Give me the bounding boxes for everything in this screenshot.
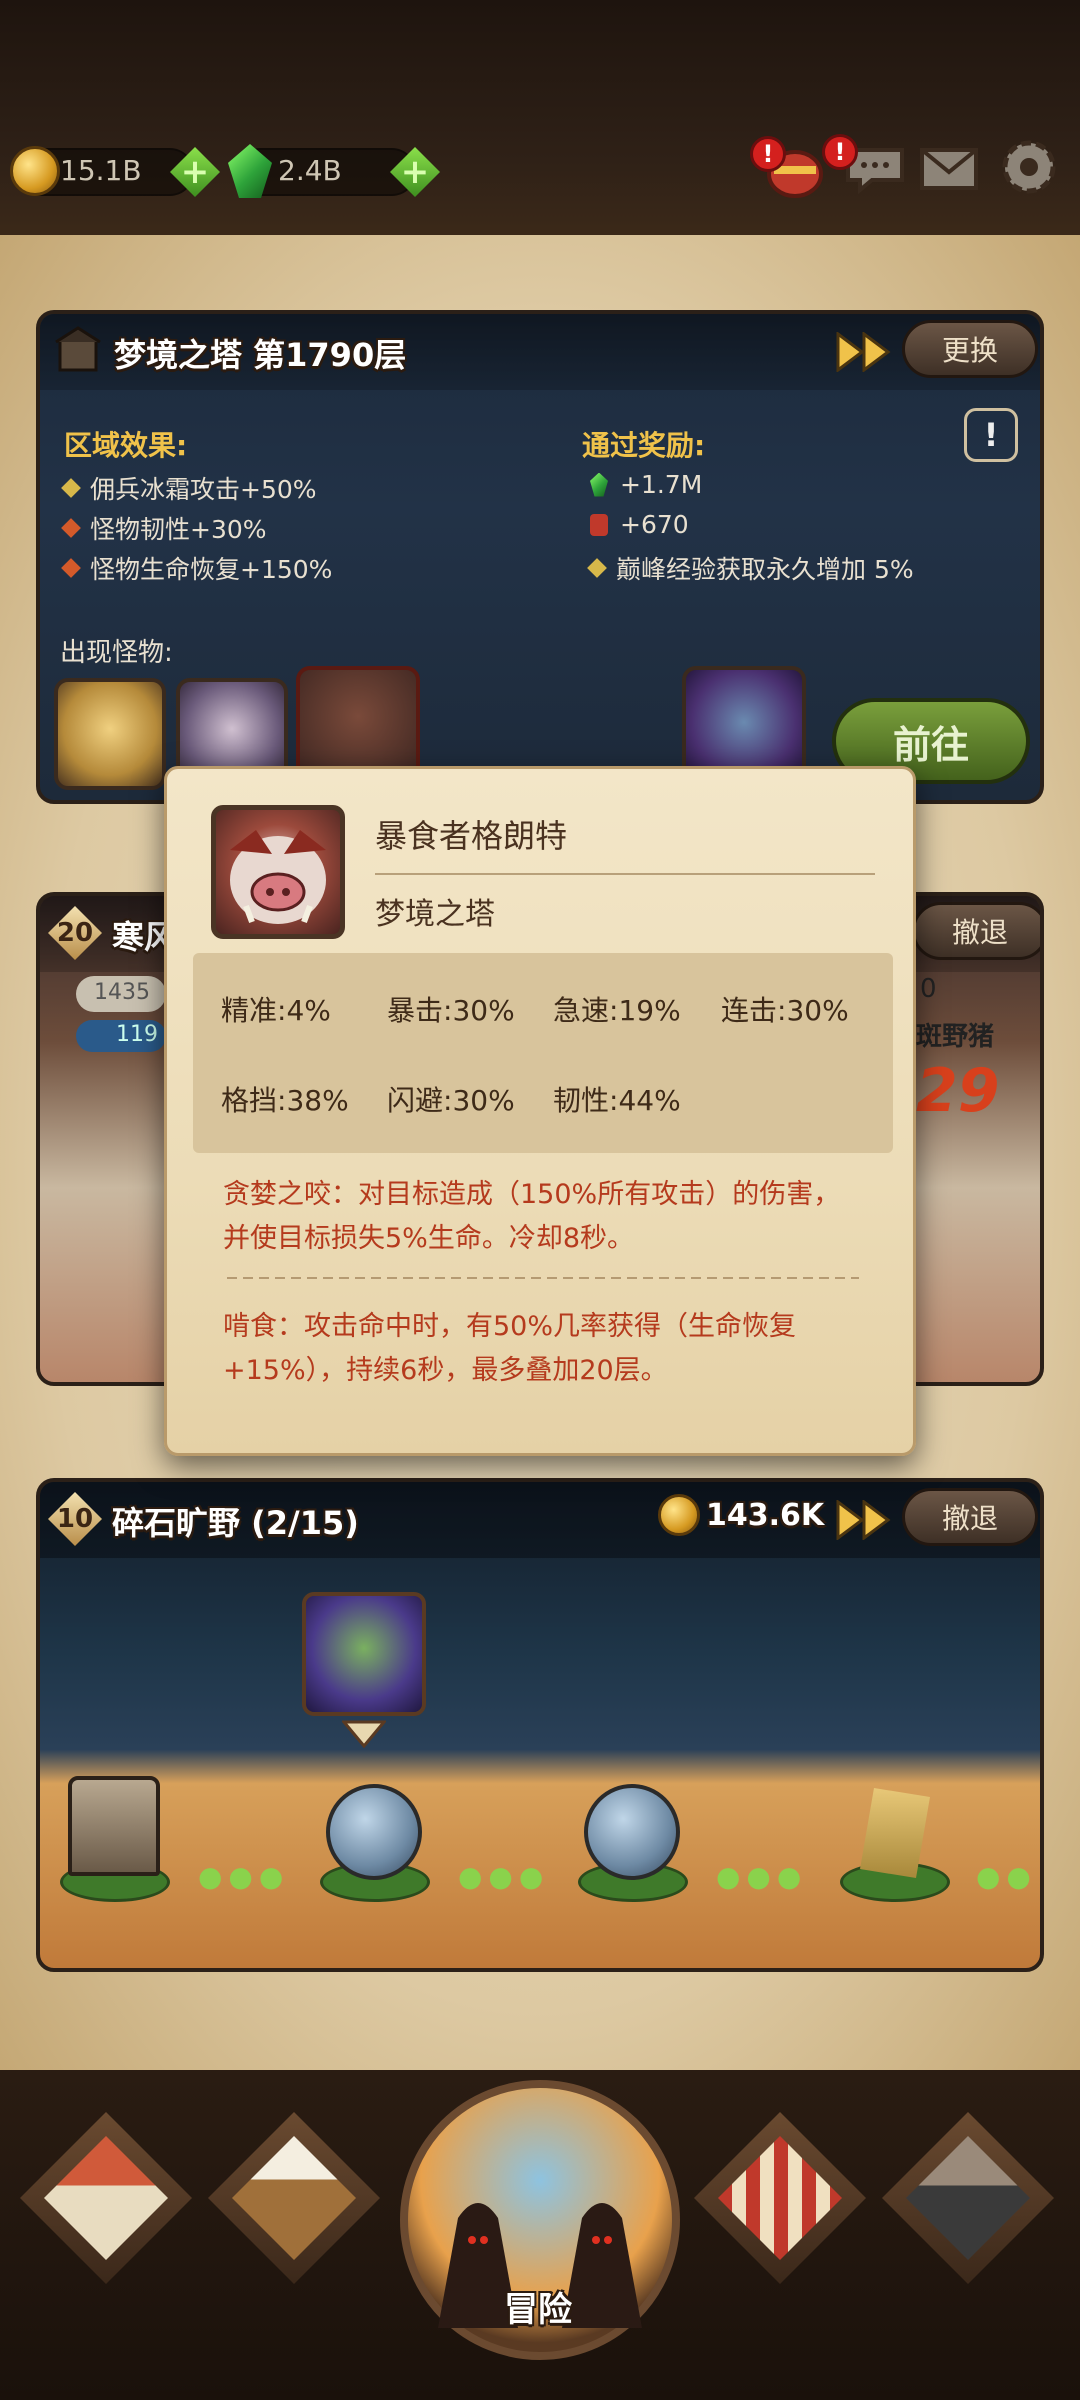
- skull-icon[interactable]: [326, 1784, 422, 1880]
- path-dots: ●●●: [458, 1860, 550, 1893]
- skill-description: 啃食：攻击命中时，有50%几率获得（生命恢复+15%），持续6秒，最多叠加20层…: [223, 1311, 797, 1386]
- retreat-button[interactable]: 撤退: [912, 902, 1040, 960]
- stat-crit: 暴击:30%: [387, 994, 515, 1027]
- hero-marker[interactable]: [302, 1592, 426, 1716]
- field-panel: 10 碎石旷野 (2/15) 143.6K 撤退 ●●● ●●● ●●● ●●: [36, 1478, 1044, 1972]
- effect-line: 佣兵冰霜攻击+50%: [61, 470, 317, 506]
- settings-icon[interactable]: [994, 132, 1064, 202]
- fast-forward-icon[interactable]: [836, 1499, 892, 1541]
- bullet-icon: [587, 558, 607, 578]
- monster-portrait: [211, 805, 345, 939]
- effect-text: 佣兵冰霜攻击+50%: [90, 475, 317, 504]
- effect-text: 怪物韧性+30%: [90, 515, 267, 544]
- tower-panel: 梦境之塔 第1790层 更换 区域效果: 佣兵冰霜攻击+50% 怪物韧性+30%…: [36, 310, 1044, 804]
- gold-coin-icon: [10, 146, 60, 196]
- path-dots: ●●: [976, 1860, 1037, 1893]
- stat-combo: 连击:30%: [721, 994, 849, 1027]
- adventure-label: 冒险: [504, 2290, 572, 2330]
- bullet-icon: [61, 518, 81, 538]
- effect-line: 怪物生命恢复+150%: [61, 550, 333, 586]
- alert-badge: !: [822, 134, 858, 170]
- tower-title: 梦境之塔 第1790层: [114, 336, 407, 374]
- monster-info-popup: 暴食者格朗特 梦境之塔 精准:4% 暴击:30% 急速:19% 连击:30% 格…: [164, 766, 916, 1456]
- down-arrow-icon: [340, 1720, 388, 1749]
- red-token-icon: [590, 513, 608, 536]
- monster-location: 梦境之塔: [375, 897, 495, 932]
- divider: [375, 873, 875, 875]
- effect-line: 怪物韧性+30%: [61, 510, 267, 546]
- path-dots: ●●●: [716, 1860, 808, 1893]
- bullet-icon: [61, 558, 81, 578]
- reward-text: +1.7M: [620, 470, 703, 499]
- stat-bar: 1435: [76, 976, 166, 1012]
- effect-text: 怪物生命恢复+150%: [90, 555, 333, 584]
- stat-toughness: 韧性:44%: [553, 1084, 681, 1117]
- retreat-button[interactable]: 撤退: [902, 1488, 1038, 1546]
- stats-box: 精准:4% 暴击:30% 急速:19% 连击:30% 格挡:38% 闪避:30%…: [193, 953, 893, 1153]
- reward-line: +670: [590, 510, 689, 539]
- alert-badge: !: [750, 136, 786, 172]
- stat-accuracy: 精准:4%: [221, 994, 331, 1027]
- reward-line: 巅峰经验获取永久增加 5%: [587, 550, 914, 586]
- skull-icon[interactable]: [584, 1784, 680, 1880]
- bullet-icon: [61, 478, 81, 498]
- field-gold: 143.6K: [706, 1498, 825, 1533]
- enemy-name: 斑野猪: [916, 1022, 995, 1052]
- adventure-button[interactable]: 冒险: [400, 2080, 680, 2360]
- progress-end: 0: [920, 974, 937, 1004]
- damage-number: 29: [916, 1056, 1000, 1126]
- swap-button[interactable]: 更换: [902, 320, 1038, 378]
- tower-icon: [50, 322, 106, 378]
- dashed-divider: [227, 1277, 859, 1279]
- reward-text: 巅峰经验获取永久增加 5%: [616, 555, 914, 584]
- reward-line: +1.7M: [590, 470, 702, 499]
- area-effects-label: 区域效果:: [64, 429, 188, 462]
- mail-icon[interactable]: [914, 132, 984, 202]
- stat-haste: 急速:19%: [553, 994, 681, 1027]
- info-button[interactable]: !: [964, 408, 1018, 462]
- path-dots: ●●●: [198, 1860, 290, 1893]
- stat-bar: 119: [76, 1020, 166, 1052]
- monster-thumb[interactable]: [54, 678, 166, 790]
- rewards-label: 通过奖励:: [582, 429, 706, 462]
- fast-forward-icon[interactable]: [836, 331, 892, 373]
- stat-dodge: 闪避:30%: [387, 1084, 515, 1117]
- castle-icon[interactable]: [68, 1776, 160, 1876]
- skill-description: 贪婪之咬：对目标造成（150%所有攻击）的伤害，并使目标损失5%生命。冷却8秒。: [223, 1179, 841, 1254]
- monsters-label: 出现怪物:: [60, 638, 173, 668]
- green-gem-icon: [590, 472, 608, 497]
- gem-amount: 2.4B: [278, 154, 342, 187]
- gold-coin-icon: [658, 1494, 700, 1536]
- gold-amount: 15.1B: [60, 154, 142, 187]
- reward-text: +670: [620, 510, 689, 539]
- monster-name: 暴食者格朗特: [375, 817, 568, 855]
- stat-block: 格挡:38%: [221, 1084, 349, 1117]
- field-title: 碎石旷野 (2/15): [112, 1504, 359, 1542]
